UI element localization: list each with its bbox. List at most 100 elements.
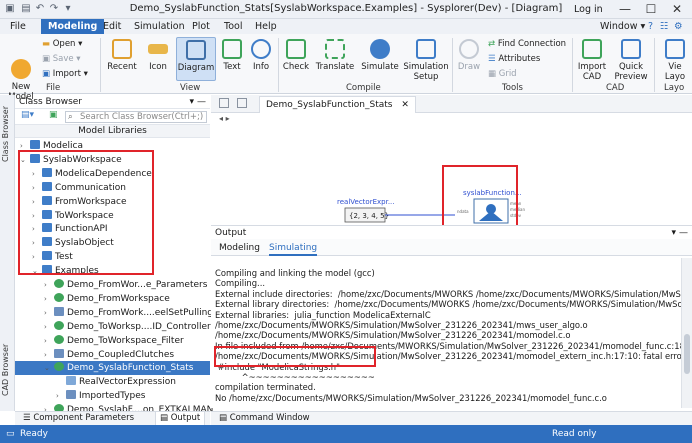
minimize-button[interactable]: — xyxy=(616,1,634,17)
info-view-button[interactable]: Info xyxy=(248,37,274,81)
output-minimize-icon[interactable]: — xyxy=(679,226,688,240)
nav-back-icon[interactable]: ◂ xyxy=(219,114,223,123)
cad-group-label: CAD xyxy=(606,83,625,93)
simulate-button[interactable]: Simulate xyxy=(360,37,400,81)
tab-class-browser[interactable]: Class Browser xyxy=(1,99,14,169)
quick-preview-icon xyxy=(621,39,641,59)
find-connection-button[interactable]: ⇄ Find Connection xyxy=(488,38,566,50)
menu-simulation[interactable]: Simulation xyxy=(134,19,185,34)
tab-component-parameters[interactable]: ☰ Component Parameters xyxy=(23,412,134,425)
tree-item[interactable]: › Demo_FromWorkspace xyxy=(44,292,170,306)
open-button[interactable]: ▬ Open ▾ xyxy=(42,38,82,50)
check-button[interactable]: Check xyxy=(282,37,310,81)
search-input[interactable]: ⌕ Search Class Browser(Ctrl+;) xyxy=(65,111,207,123)
tree-toggle-icon[interactable]: ⌄ xyxy=(44,361,52,375)
grid-label: Grid xyxy=(498,69,517,79)
recent-button[interactable]: Recent xyxy=(105,37,139,81)
tab-simulating[interactable]: Simulating xyxy=(269,241,318,256)
check-label: Check xyxy=(282,62,310,72)
tree-toggle-icon[interactable]: › xyxy=(44,278,52,292)
panel-menu-icon[interactable]: ▾ xyxy=(189,95,194,109)
save-button[interactable]: ▣ Save ▾ xyxy=(42,53,81,65)
tree-item[interactable]: › Demo_FromWor...e_Parameters xyxy=(44,278,207,292)
draw-icon xyxy=(459,39,479,59)
tree-item[interactable]: › ImportedTypes xyxy=(56,389,145,403)
close-tab-icon[interactable]: ✕ xyxy=(401,100,409,110)
model-icon xyxy=(66,376,76,386)
maximize-button[interactable]: ☐ xyxy=(642,1,660,17)
diagram-canvas[interactable]: realVectorExpr... {2, 3, 4, 5} syslabFun… xyxy=(211,125,692,237)
save-label: Save xyxy=(52,54,74,64)
menu-help[interactable]: Help xyxy=(255,19,277,34)
tree-item[interactable]: RealVectorExpression xyxy=(56,375,176,389)
command-window-label: Command Window xyxy=(229,413,310,423)
panel-minimize-icon[interactable]: — xyxy=(197,95,206,109)
diagram-view-button[interactable]: Diagram xyxy=(176,37,216,81)
tab-command-window[interactable]: ▤ Command Window xyxy=(219,412,310,425)
tab-modeling[interactable]: Modeling xyxy=(219,241,260,256)
menu-edit[interactable]: Edit xyxy=(103,19,121,34)
tab-cad-browser[interactable]: CAD Browser xyxy=(1,335,14,405)
output-menu-icon[interactable]: ▾ xyxy=(671,226,676,240)
tree-toggle-icon[interactable]: › xyxy=(44,320,52,334)
menu-modeling[interactable]: Modeling xyxy=(41,19,105,34)
browser-options-icon[interactable]: ▤▾ xyxy=(21,110,34,120)
play-icon xyxy=(54,334,64,344)
login-link[interactable]: Log in xyxy=(574,4,603,15)
new-model-button[interactable]: New Model xyxy=(4,37,38,102)
ribbon-separator xyxy=(278,38,279,92)
tree-toggle-icon[interactable]: › xyxy=(56,389,64,403)
search-placeholder: Search Class Browser(Ctrl+;) xyxy=(80,112,204,122)
help-icon[interactable]: ? xyxy=(648,19,653,34)
find-connection-label: Find Connection xyxy=(497,39,567,49)
grid-button[interactable]: ▦ Grid xyxy=(488,68,517,80)
import-button[interactable]: ▣ Import ▾ xyxy=(42,68,88,80)
scrollbar-thumb[interactable] xyxy=(684,334,690,374)
menu-file[interactable]: File xyxy=(10,19,26,34)
draw-label: Draw xyxy=(457,62,481,72)
tree-toggle-icon[interactable]: › xyxy=(44,334,52,348)
text-view-button[interactable]: Text xyxy=(219,37,245,81)
doc-bottom-tabs: ▤ Command Window xyxy=(211,411,692,425)
output-log: Compiling and linking the model (gcc) Com… xyxy=(211,258,681,408)
recent-label: Recent xyxy=(107,62,137,72)
translate-button[interactable]: Translate xyxy=(313,37,357,81)
doc-split-icon[interactable] xyxy=(237,98,247,108)
tree-toggle-icon[interactable]: › xyxy=(44,348,52,362)
draw-button[interactable]: Draw xyxy=(456,37,482,81)
tree-toggle-icon[interactable]: › xyxy=(44,306,52,320)
icon-view-button[interactable]: Icon xyxy=(143,37,173,81)
attributes-button[interactable]: ☰ Attributes xyxy=(488,53,540,65)
tree-item[interactable]: ⌄ Demo_SyslabFunction_Stats xyxy=(15,361,210,376)
simulation-setup-button[interactable]: Simulation Setup xyxy=(403,37,449,82)
log-line: No /home/zxc/Documents/MWORKS/Simulation… xyxy=(215,392,607,403)
log-line: External libraries: julia_function Model… xyxy=(215,309,431,320)
doc-window-icon[interactable] xyxy=(219,98,229,108)
port-out3-label: stdev xyxy=(510,213,522,218)
view-layout-button[interactable]: Vie Layo xyxy=(658,37,692,81)
output-scrollbar[interactable] xyxy=(681,258,692,408)
model-libraries-header: Model Libraries xyxy=(15,125,210,138)
play-icon xyxy=(54,320,64,330)
log-line: compilation terminated. xyxy=(215,382,316,393)
close-button[interactable]: ✕ xyxy=(668,1,686,17)
menu-plot[interactable]: Plot xyxy=(192,19,210,34)
quick-preview-button[interactable]: Quick Preview xyxy=(612,37,650,82)
tree-item[interactable]: › Demo_ToWorkspace_Filter xyxy=(44,334,184,348)
tree-toggle-icon[interactable]: › xyxy=(44,292,52,306)
menu-tool[interactable]: Tool xyxy=(224,19,242,34)
tree-item[interactable]: › Demo_FromWork....eelSetPulling xyxy=(44,306,213,320)
expand-ribbon-icon[interactable]: ☷ xyxy=(660,19,669,34)
import-cad-button[interactable]: Import CAD xyxy=(576,37,608,82)
settings-icon[interactable]: ⚙ xyxy=(674,19,683,34)
nav-forward-icon[interactable]: ▸ xyxy=(226,114,230,123)
tree-item-label: Demo_ToWorkspace_Filter xyxy=(67,335,184,346)
tree-item[interactable]: › Demo_CoupledClutches xyxy=(44,348,174,362)
window-menu[interactable]: Window ▾ xyxy=(600,19,645,34)
document-tab[interactable]: Demo_SyslabFunction_Stats ✕ xyxy=(259,96,416,113)
browser-filter-icon[interactable]: ▣ xyxy=(49,110,58,120)
tab-output[interactable]: ▤ Output xyxy=(155,412,206,426)
folder-open-icon: ▬ xyxy=(42,39,51,49)
tree-item[interactable]: › Demo_ToWorksp....ID_Controller xyxy=(44,320,211,334)
ribbon-separator xyxy=(654,38,655,92)
